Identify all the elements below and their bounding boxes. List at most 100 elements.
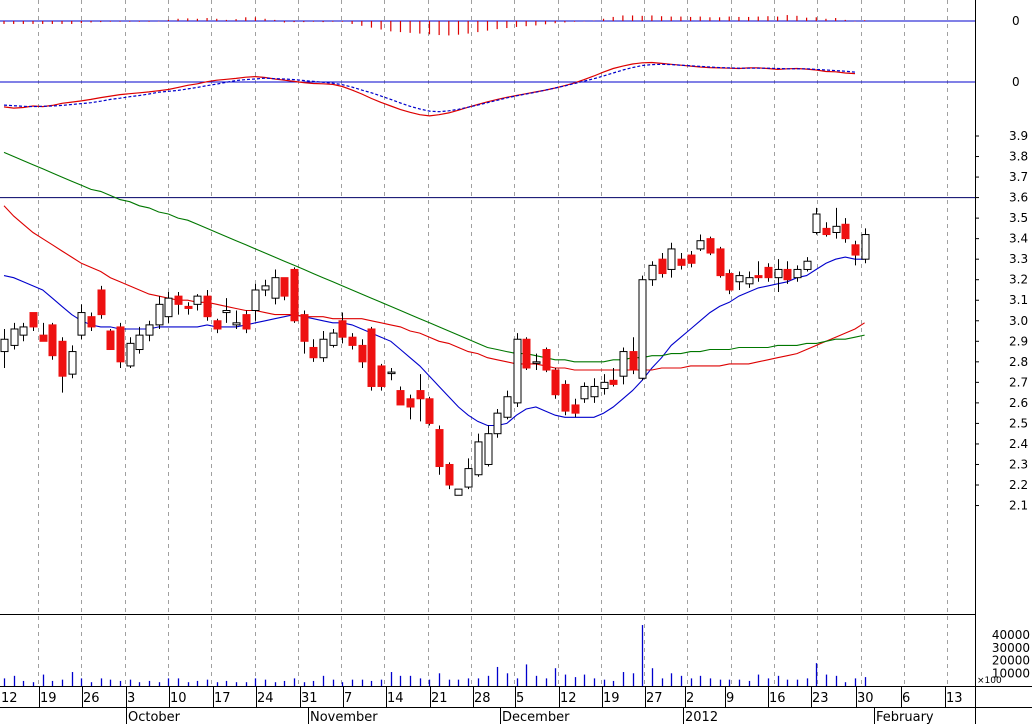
candle-body-down xyxy=(184,305,193,309)
candle-body-down xyxy=(377,365,386,387)
candlestick xyxy=(725,269,734,295)
price-tick-label: 2.4 xyxy=(1009,437,1028,451)
candle-body-down xyxy=(58,340,67,377)
x-day-label: 14 xyxy=(387,691,404,706)
x-day-label: 19 xyxy=(603,691,620,706)
x-day-label: 12 xyxy=(560,691,577,706)
x-day-label: 3 xyxy=(127,691,135,706)
candle-body-up xyxy=(745,277,754,285)
candle-body-up xyxy=(387,371,396,375)
candle-body-up xyxy=(735,275,744,283)
price-tick-label: 2.6 xyxy=(1009,396,1028,410)
candlestick xyxy=(445,462,454,490)
price-tick-label: 2.8 xyxy=(1009,355,1028,369)
candle-body-down xyxy=(783,268,792,281)
price-tick-label: 3.7 xyxy=(1009,170,1028,184)
price-tick-label: 2.7 xyxy=(1009,375,1028,389)
candle-body-up xyxy=(193,295,202,305)
price-tick-label: 3.0 xyxy=(1009,314,1028,328)
candle-body-down xyxy=(841,223,850,240)
chart-canvas: 0 0 3.9 3.8 3.7 3.6 3.5 3.4 3.3 3.2 3.1 3.0 2.9 2.8 2.… xyxy=(0,0,1032,725)
candlestick xyxy=(377,363,386,391)
candlestick xyxy=(706,236,715,256)
candle-body-up xyxy=(619,351,628,377)
x-day-label: 10 xyxy=(170,691,187,706)
candle-body-down xyxy=(687,254,696,264)
x-month-label: February xyxy=(876,710,934,724)
candle-body-down xyxy=(39,334,48,342)
candle-body-up xyxy=(135,334,144,351)
candle-body-up xyxy=(271,277,280,299)
candle-body-down xyxy=(309,346,318,359)
candle-body-up xyxy=(77,312,86,336)
candlestick xyxy=(638,275,647,381)
candle-body-down xyxy=(822,227,831,236)
candle-body-down xyxy=(435,429,444,468)
candlestick xyxy=(425,396,434,426)
x-day-label: 5 xyxy=(516,691,524,706)
candle-body-down xyxy=(764,266,773,279)
candle-body-down xyxy=(561,383,570,412)
candle-body-down xyxy=(406,398,415,408)
candle-body-up xyxy=(145,324,154,336)
price-tick-label: 2.2 xyxy=(1009,478,1028,492)
price-tick-label: 2.9 xyxy=(1009,334,1028,348)
candle-body-down xyxy=(658,258,667,275)
x-day-label: 13 xyxy=(946,691,963,706)
candle-body-down xyxy=(348,336,357,346)
candlestick xyxy=(367,326,376,391)
candle-body-up xyxy=(600,381,609,390)
candle-body-down xyxy=(358,344,367,363)
candle-body-down xyxy=(851,244,860,256)
x-day-label: 9 xyxy=(726,691,734,706)
candlestick xyxy=(116,322,125,368)
candle-body-down xyxy=(174,295,183,305)
candle-body-down xyxy=(203,295,212,318)
candle-body-up xyxy=(503,396,512,418)
x-day-label: 17 xyxy=(214,691,231,706)
candle-body-down xyxy=(551,369,560,396)
candle-body-down xyxy=(445,463,454,486)
x-day-label: 12 xyxy=(1,691,18,706)
candlestick xyxy=(716,246,725,278)
price-tick-label: 3.8 xyxy=(1009,150,1028,164)
x-month-label: December xyxy=(502,710,570,724)
candle-body-up xyxy=(329,332,338,346)
candle-body-up xyxy=(580,385,589,400)
price-tick-label: 3.4 xyxy=(1009,232,1028,246)
candle-body-down xyxy=(522,338,531,369)
macd-tick-label: 0 xyxy=(1012,75,1020,89)
x-day-label: 23 xyxy=(812,691,829,706)
candle-body-up xyxy=(832,225,841,233)
candle-body-down xyxy=(242,314,251,330)
candle-body-up xyxy=(261,285,270,291)
candlestick xyxy=(290,267,299,323)
candle-body-down xyxy=(716,248,725,277)
candle-body-up xyxy=(464,468,473,488)
candle-body-down xyxy=(396,390,405,406)
candle-body-down xyxy=(425,398,434,424)
x-day-label: 26 xyxy=(83,691,100,706)
candle-body-down xyxy=(300,314,309,342)
candle-body-up xyxy=(861,234,870,260)
candle-body-down xyxy=(609,379,618,385)
candle-body-down xyxy=(416,390,425,400)
price-tick-label: 2.5 xyxy=(1009,416,1028,430)
candle-body-up xyxy=(155,303,164,326)
x-day-label: 24 xyxy=(257,691,274,706)
candle-body-up xyxy=(232,322,241,326)
candle-body-up xyxy=(812,213,821,233)
candle-body-down xyxy=(29,312,38,328)
x-day-label: 16 xyxy=(769,691,786,706)
candle-body-down xyxy=(48,324,57,357)
candle-body-up xyxy=(513,338,522,404)
candle-body-up xyxy=(222,310,231,314)
x-month-label: October xyxy=(128,710,181,724)
candle-body-down xyxy=(280,277,289,297)
candle-body-up xyxy=(648,264,657,281)
x-day-label: 28 xyxy=(474,691,491,706)
candle-body-down xyxy=(106,330,115,351)
price-tick-label: 3.9 xyxy=(1009,129,1028,143)
candle-body-down xyxy=(290,268,299,322)
x-day-label: 30 xyxy=(857,691,874,706)
